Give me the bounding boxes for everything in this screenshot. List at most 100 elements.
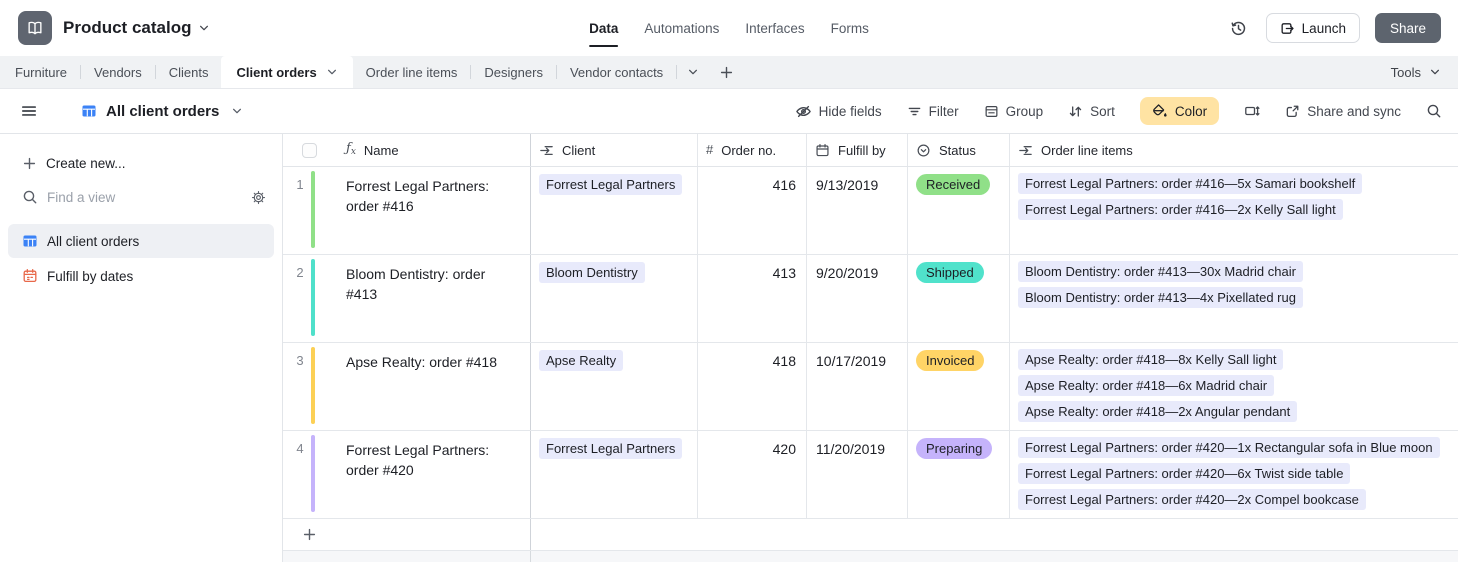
line-item-chip[interactable]: Forrest Legal Partners: order #420—1x Re…: [1018, 437, 1440, 458]
row-number-cell[interactable]: 4: [283, 431, 335, 518]
table-row: 2 Bloom Dentistry: order #413 Bloom Dentis…: [283, 255, 1458, 343]
color-button[interactable]: Color: [1139, 97, 1220, 125]
add-table-button[interactable]: [709, 56, 744, 88]
table-tab-client-orders[interactable]: Client orders: [221, 56, 353, 88]
cell-order-line-items[interactable]: Apse Realty: order #418—8x Kelly Sall li…: [1010, 343, 1458, 430]
eye-slash-icon: [795, 103, 812, 120]
chevron-down-icon: [1429, 66, 1441, 78]
select-all-checkbox[interactable]: [301, 142, 317, 158]
view-sidebar-toggle-icon[interactable]: [20, 102, 38, 120]
create-new-view-button[interactable]: Create new...: [0, 146, 282, 180]
nav-tab-data[interactable]: Data: [589, 0, 619, 56]
line-item-chip[interactable]: Forrest Legal Partners: order #416—2x Ke…: [1018, 199, 1343, 220]
cell-fulfill-by[interactable]: 9/13/2019: [807, 167, 908, 254]
client-chip[interactable]: Forrest Legal Partners: [539, 174, 683, 195]
sort-button[interactable]: Sort: [1068, 104, 1115, 119]
launch-icon: [1280, 21, 1295, 36]
cell-order-no[interactable]: 416: [698, 167, 807, 254]
group-button[interactable]: Group: [984, 104, 1043, 119]
cell-client[interactable]: Forrest Legal Partners: [531, 431, 698, 518]
find-view-input[interactable]: [47, 189, 242, 205]
sidebar-view-fulfill-by-dates[interactable]: Fulfill by dates: [8, 259, 274, 293]
cell-order-line-items[interactable]: Forrest Legal Partners: order #420—1x Re…: [1010, 431, 1458, 518]
base-title-menu[interactable]: Product catalog: [63, 18, 210, 38]
column-header-order-line-items[interactable]: Order line items: [1010, 134, 1458, 166]
nav-tab-forms[interactable]: Forms: [831, 0, 869, 56]
cell-client[interactable]: Forrest Legal Partners: [531, 167, 698, 254]
cell-order-no[interactable]: 420: [698, 431, 807, 518]
line-item-chip[interactable]: Forrest Legal Partners: order #420—6x Tw…: [1018, 463, 1351, 484]
share-button[interactable]: Share: [1374, 13, 1441, 43]
line-item-chip[interactable]: Forrest Legal Partners: order #420—2x Co…: [1018, 489, 1366, 510]
cell-client[interactable]: Apse Realty: [531, 343, 698, 430]
group-icon: [984, 104, 999, 119]
line-item-chip[interactable]: Apse Realty: order #418—6x Madrid chair: [1018, 375, 1275, 396]
line-item-chip[interactable]: Forrest Legal Partners: order #416—5x Sa…: [1018, 173, 1363, 194]
cell-name[interactable]: Forrest Legal Partners: order #416: [335, 167, 531, 254]
table-tab-clients[interactable]: Clients: [156, 56, 222, 88]
color-icon: [1152, 103, 1168, 119]
status-badge[interactable]: Shipped: [916, 262, 984, 283]
history-icon[interactable]: [1226, 16, 1251, 41]
client-chip[interactable]: Apse Realty: [539, 350, 624, 371]
formula-icon: ƒx: [346, 140, 356, 157]
grid-view: ƒx Name Client # Order no. Fulfill by Status Or…: [283, 134, 1458, 562]
line-item-chip[interactable]: Apse Realty: order #418—8x Kelly Sall li…: [1018, 349, 1284, 370]
cell-status[interactable]: Preparing: [908, 431, 1010, 518]
cell-name[interactable]: Forrest Legal Partners: order #420: [335, 431, 531, 518]
search-button[interactable]: [1426, 103, 1442, 119]
view-switcher[interactable]: All client orders: [81, 103, 243, 120]
nav-tab-automations[interactable]: Automations: [644, 0, 719, 56]
cell-fulfill-by[interactable]: 9/20/2019: [807, 255, 908, 342]
single-select-icon: [916, 143, 931, 158]
column-header-name[interactable]: ƒx Name: [335, 134, 531, 166]
cell-name[interactable]: Bloom Dentistry: order #413: [335, 255, 531, 342]
cell-name[interactable]: Apse Realty: order #418: [335, 343, 531, 430]
cell-status[interactable]: Shipped: [908, 255, 1010, 342]
share-and-sync-button[interactable]: Share and sync: [1285, 104, 1401, 119]
table-tab-furniture[interactable]: Furniture: [2, 56, 80, 88]
table-tab-designers[interactable]: Designers: [471, 56, 556, 88]
filter-button[interactable]: Filter: [907, 104, 959, 119]
line-item-chip[interactable]: Bloom Dentistry: order #413—4x Pixellate…: [1018, 287, 1303, 308]
cell-order-no[interactable]: 413: [698, 255, 807, 342]
client-chip[interactable]: Forrest Legal Partners: [539, 438, 683, 459]
cell-client[interactable]: Bloom Dentistry: [531, 255, 698, 342]
gear-icon[interactable]: [251, 190, 266, 205]
row-number-cell[interactable]: 2: [283, 255, 335, 342]
row-number: 3: [296, 353, 304, 368]
cell-fulfill-by[interactable]: 10/17/2019: [807, 343, 908, 430]
table-tab-vendors[interactable]: Vendors: [81, 56, 155, 88]
cell-status[interactable]: Invoiced: [908, 343, 1010, 430]
app-logo[interactable]: [18, 11, 52, 45]
table-row: 4 Forrest Legal Partners: order #420 Forre…: [283, 431, 1458, 519]
line-item-chip[interactable]: Apse Realty: order #418—2x Angular penda…: [1018, 401, 1298, 422]
column-header-fulfill-by[interactable]: Fulfill by: [807, 134, 908, 166]
table-tab-order-line-items[interactable]: Order line items: [353, 56, 471, 88]
hide-fields-button[interactable]: Hide fields: [795, 103, 882, 120]
launch-button[interactable]: Launch: [1265, 13, 1360, 43]
tools-menu[interactable]: Tools: [1374, 56, 1458, 88]
client-chip[interactable]: Bloom Dentistry: [539, 262, 645, 283]
nav-tab-interfaces[interactable]: Interfaces: [745, 0, 804, 56]
cell-order-line-items[interactable]: Bloom Dentistry: order #413—30x Madrid c…: [1010, 255, 1458, 342]
status-badge[interactable]: Invoiced: [916, 350, 985, 371]
row-number-cell[interactable]: 1: [283, 167, 335, 254]
add-record-button[interactable]: [302, 527, 317, 542]
row-height-button[interactable]: [1244, 103, 1260, 119]
filter-icon: [907, 104, 922, 119]
table-tab-vendor-contacts[interactable]: Vendor contacts: [557, 56, 676, 88]
cell-order-no[interactable]: 418: [698, 343, 807, 430]
cell-fulfill-by[interactable]: 11/20/2019: [807, 431, 908, 518]
cell-status[interactable]: Received: [908, 167, 1010, 254]
column-header-status[interactable]: Status: [908, 134, 1010, 166]
column-header-client[interactable]: Client: [531, 134, 698, 166]
status-badge[interactable]: Preparing: [916, 438, 993, 459]
row-number-cell[interactable]: 3: [283, 343, 335, 430]
tables-overflow-button[interactable]: [677, 56, 709, 88]
status-badge[interactable]: Received: [916, 174, 991, 195]
column-header-order-no[interactable]: # Order no.: [698, 134, 807, 166]
line-item-chip[interactable]: Bloom Dentistry: order #413—30x Madrid c…: [1018, 261, 1303, 282]
sidebar-view-all-client-orders[interactable]: All client orders: [8, 224, 274, 258]
cell-order-line-items[interactable]: Forrest Legal Partners: order #416—5x Sa…: [1010, 167, 1458, 254]
